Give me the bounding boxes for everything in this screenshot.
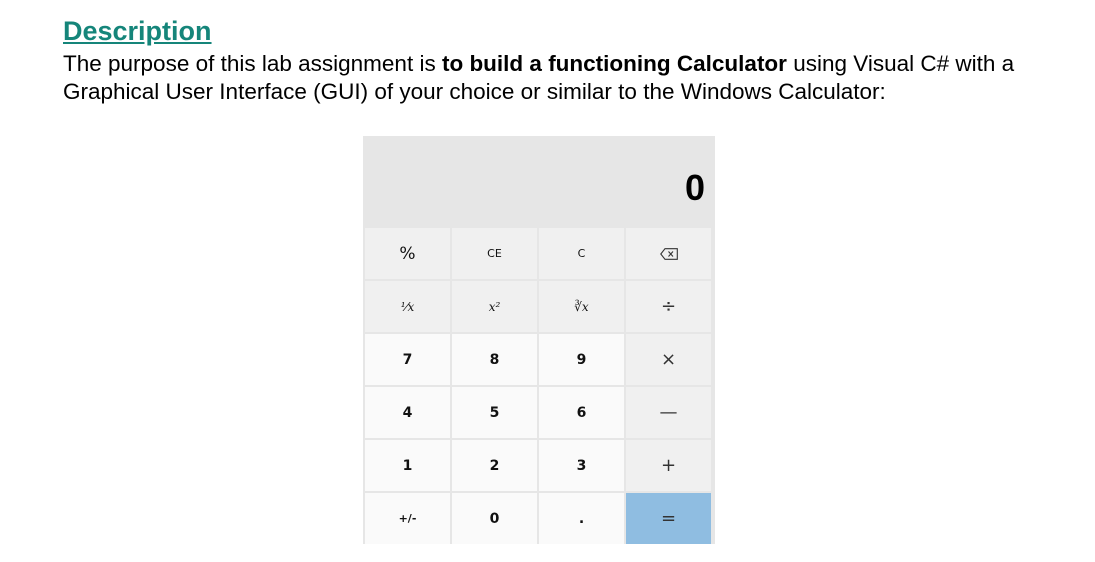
minus-button[interactable]: — xyxy=(626,387,711,438)
negate-button[interactable]: +/- xyxy=(365,493,450,544)
four-button[interactable]: 4 xyxy=(365,387,450,438)
equals-button[interactable]: = xyxy=(626,493,711,544)
calculator-display: 0 xyxy=(363,136,715,226)
paragraph-bold-text: to build a functioning Calculator xyxy=(441,51,787,76)
five-button[interactable]: 5 xyxy=(452,387,537,438)
display-value: 0 xyxy=(684,167,705,208)
decimal-button[interactable]: . xyxy=(539,493,624,544)
reciprocal-button[interactable]: ⅟x xyxy=(365,281,450,332)
zero-button[interactable]: 0 xyxy=(452,493,537,544)
six-button[interactable]: 6 xyxy=(539,387,624,438)
cube-root-button[interactable]: ∛x xyxy=(539,281,624,332)
clear-button[interactable]: C xyxy=(539,228,624,279)
nine-button[interactable]: 9 xyxy=(539,334,624,385)
clear-entry-button[interactable]: CE xyxy=(452,228,537,279)
three-button[interactable]: 3 xyxy=(539,440,624,491)
multiply-button[interactable]: × xyxy=(626,334,711,385)
paragraph-text-start: The purpose of this lab assignment is xyxy=(63,51,442,76)
divide-button[interactable]: ÷ xyxy=(626,281,711,332)
section-heading: Description xyxy=(63,16,212,46)
square-button[interactable]: x² xyxy=(452,281,537,332)
description-paragraph: The purpose of this lab assignment is to… xyxy=(63,50,1063,106)
two-button[interactable]: 2 xyxy=(452,440,537,491)
percent-button[interactable]: % xyxy=(365,228,450,279)
backspace-icon xyxy=(659,247,678,260)
one-button[interactable]: 1 xyxy=(365,440,450,491)
backspace-button[interactable] xyxy=(626,228,711,279)
eight-button[interactable]: 8 xyxy=(452,334,537,385)
plus-button[interactable]: + xyxy=(626,440,711,491)
seven-button[interactable]: 7 xyxy=(365,334,450,385)
calculator-keypad: % CE C ⅟x x² ∛x ÷ 7 8 9 × 4 5 6 — 1 2 3 … xyxy=(365,228,713,544)
calculator-window: 0 % CE C ⅟x x² ∛x ÷ 7 8 9 × 4 5 6 — 1 2 … xyxy=(363,136,715,544)
